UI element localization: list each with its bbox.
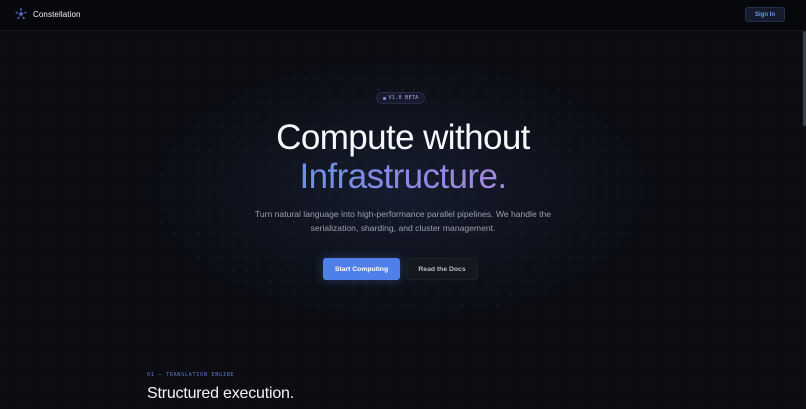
start-computing-button[interactable]: Start Computing — [323, 258, 400, 280]
headline-line-1: Compute without — [276, 118, 530, 157]
version-badge: V1.0 BETA — [376, 92, 425, 104]
hero-subtext: Turn natural language into high-performa… — [254, 209, 552, 233]
landing-page: Constellation Sign In V1.0 BETA Compute … — [0, 0, 806, 409]
badge-dot-icon — [382, 96, 386, 100]
sign-in-button[interactable]: Sign In — [745, 7, 785, 22]
hero-headline: Compute without Infrastructure. — [0, 118, 806, 196]
constellation-icon — [15, 8, 27, 20]
headline-line-2: Infrastructure. — [299, 157, 508, 196]
section-label: 01 — TRANSLATION ENGINE — [147, 372, 235, 378]
brand-name: Constellation — [33, 9, 81, 19]
read-docs-button[interactable]: Read the Docs — [406, 258, 478, 280]
top-nav: Constellation Sign In — [0, 0, 806, 31]
badge-text: V1.0 BETA — [388, 95, 419, 101]
section-title: Structured execution. — [147, 385, 294, 402]
brand[interactable]: Constellation — [15, 8, 81, 20]
